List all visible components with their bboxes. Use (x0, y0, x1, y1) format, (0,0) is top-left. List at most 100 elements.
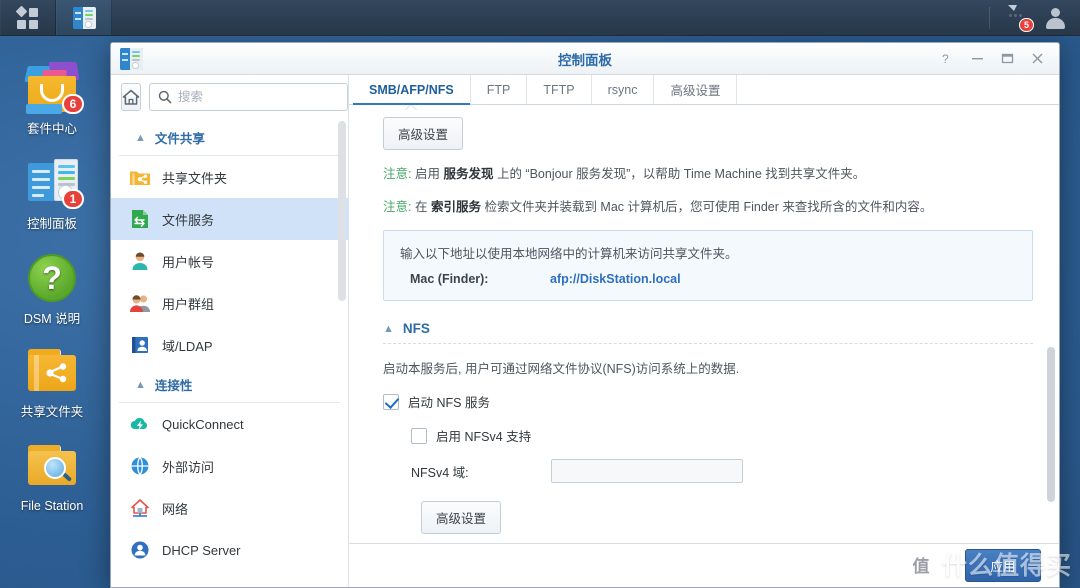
sidebar-scrollbar-thumb[interactable] (338, 121, 346, 301)
search-box[interactable] (149, 83, 348, 111)
sidebar-group-connectivity[interactable]: ▲ 连接性 (119, 366, 340, 403)
nfs-section-title: NFS (402, 321, 430, 336)
afp-address-row: Mac (Finder): afp://DiskStation.local (400, 272, 1016, 286)
nfs-advanced-row: 高级设置 (421, 501, 1033, 534)
help-glyph: ? (28, 254, 76, 302)
desktop-icon-file-station[interactable]: File Station (0, 437, 104, 514)
note-text-1: 启用 (414, 167, 444, 181)
nfs-advanced-settings-button[interactable]: 高级设置 (421, 501, 502, 534)
sidebar-item-file-services[interactable]: 文件服务 (111, 198, 348, 240)
enable-nfsv4-row[interactable]: 启用 NFSv4 支持 (411, 426, 1033, 445)
window-body: ▲ 文件共享 共享文件夹 (111, 75, 1059, 587)
minimize-button[interactable] (963, 47, 991, 71)
control-panel-content: SMB/AFP/NFS FTP TFTP rsync 高级设置 高级设置 注意:… (349, 75, 1059, 587)
tab-label: 高级设置 (670, 84, 721, 98)
nfs-section-header[interactable]: ▲ NFS (383, 321, 1033, 344)
enable-nfsv4-label: 启用 NFSv4 支持 (436, 430, 532, 444)
sidebar-item-quickconnect[interactable]: QuickConnect (111, 403, 348, 445)
settings-scroll-area: 高级设置 注意: 启用 服务发现 上的 “Bonjour 服务发现”，以帮助 T… (349, 105, 1059, 543)
sidebar-item-external-access[interactable]: 外部访问 (111, 445, 348, 487)
taskbar: 5 (0, 0, 1080, 36)
sidebar-group-file-sharing[interactable]: ▲ 文件共享 (119, 119, 340, 156)
tab-label: SMB/AFP/NFS (369, 82, 454, 97)
maximize-button[interactable] (993, 47, 1021, 71)
file-services-icon (129, 208, 151, 230)
desktop-icon-label: File Station (20, 499, 84, 513)
desktop-icon-label: 共享文件夹 (20, 405, 84, 419)
afp-advanced-settings-button[interactable]: 高级设置 (383, 117, 464, 150)
chevron-up-icon: ▲ (383, 322, 394, 335)
sidebar-item-domain-ldap[interactable]: 域/LDAP (111, 324, 348, 366)
note-text-2: 上的 “Bonjour 服务发现”，以帮助 Time Machine 找到共享文… (493, 167, 866, 181)
desktop-icon-dsm-help[interactable]: ? DSM 说明 (0, 250, 104, 327)
svg-text:?: ? (942, 52, 949, 65)
control-panel-icon: 1 (24, 155, 84, 211)
tab-advanced-settings[interactable]: 高级设置 (654, 75, 738, 104)
window-controls: ? (933, 47, 1059, 71)
nfsv4-domain-label: NFSv4 域: (411, 465, 469, 480)
user-menu-button[interactable] (1044, 7, 1066, 29)
tab-smb-afp-nfs[interactable]: SMB/AFP/NFS (353, 75, 471, 111)
desktop-icon-shared-folder[interactable]: 共享文件夹 (0, 343, 104, 420)
home-button[interactable] (121, 83, 141, 111)
taskbar-control-panel-button[interactable] (56, 0, 112, 35)
control-panel-icon (72, 6, 96, 29)
enable-nfs-checkbox[interactable] (383, 393, 399, 410)
control-panel-window: 控制面板 ? 搜索 ▲ 文件共享 共享文件夹 文件服务 用户帐号 用户群组 域/… (110, 42, 1060, 588)
desktop-icon-label: 套件中心 (26, 122, 77, 136)
shared-folder-icon (24, 343, 80, 399)
sidebar-item-label: 共享文件夹 (162, 170, 228, 186)
apply-button[interactable]: 应用 (965, 549, 1041, 582)
tab-tftp[interactable]: TFTP (527, 75, 592, 104)
note-prefix: 注意: (383, 200, 412, 214)
tab-ftp[interactable]: FTP (471, 75, 528, 104)
tab-bar: SMB/AFP/NFS FTP TFTP rsync 高级设置 (349, 75, 1059, 111)
note-prefix: 注意: (383, 167, 412, 181)
sidebar-item-label: 网络 (162, 501, 189, 517)
nfs-description: 启动本服务后, 用户可通过网络文件协议(NFS)访问系统上的数据. (383, 362, 740, 376)
note-text-2: 检索文件夹并装载到 Mac 计算机后，您可使用 Finder 来查找所含的文件和… (480, 200, 933, 214)
window-footer: 应用 (349, 543, 1059, 587)
shared-folder-icon (129, 166, 151, 188)
nfsv4-domain-input[interactable] (551, 459, 743, 483)
search-icon (158, 90, 172, 104)
help-icon: ? (24, 250, 80, 306)
sidebar-item-dhcp-server[interactable]: DHCP Server (111, 529, 348, 571)
control-panel-sidebar: ▲ 文件共享 共享文件夹 (111, 75, 349, 587)
search-input[interactable] (178, 90, 339, 104)
desktop-icon-label: DSM 说明 (23, 312, 81, 326)
content-scrollbar-thumb[interactable] (1047, 347, 1055, 502)
afp-address-label: Mac (Finder): (410, 272, 489, 286)
enable-nfs-label: 启动 NFS 服务 (408, 396, 490, 410)
help-button[interactable]: ? (933, 47, 961, 71)
sidebar-item-label: 外部访问 (162, 459, 215, 475)
desktop-icon-package-center[interactable]: 6 套件中心 (0, 60, 104, 137)
domain-ldap-icon (129, 334, 151, 356)
note-bold-indexing-service: 索引服务 (430, 200, 481, 214)
tab-rsync[interactable]: rsync (592, 75, 655, 104)
enable-nfs-row[interactable]: 启动 NFS 服务 (383, 392, 1033, 411)
quickconnect-icon (129, 413, 151, 435)
notifications-button[interactable]: 5 (1004, 7, 1034, 32)
indexing-note: 注意: 在 索引服务 检索文件夹并装载到 Mac 计算机后，您可使用 Finde… (383, 199, 1033, 216)
desktop-icon-control-panel[interactable]: 1 控制面板 (0, 155, 104, 232)
external-access-icon (129, 455, 151, 477)
content-scrollbar[interactable] (1047, 107, 1055, 541)
sidebar-search-row (111, 75, 348, 119)
sidebar-item-label: QuickConnect (162, 416, 244, 432)
close-button[interactable] (1023, 47, 1051, 71)
sidebar-item-user-group[interactable]: 用户群组 (111, 282, 348, 324)
note-text-1: 在 (414, 200, 431, 214)
sidebar-item-network[interactable]: 网络 (111, 487, 348, 529)
main-menu-button[interactable] (0, 0, 56, 35)
sidebar-item-shared-folder[interactable]: 共享文件夹 (111, 156, 348, 198)
sidebar-item-user-account[interactable]: 用户帐号 (111, 240, 348, 282)
chevron-up-icon: ▲ (135, 378, 146, 391)
bonjour-note: 注意: 启用 服务发现 上的 “Bonjour 服务发现”，以帮助 Time M… (383, 166, 1033, 183)
window-titlebar[interactable]: 控制面板 ? (111, 43, 1059, 75)
sidebar-scrollbar[interactable] (338, 121, 346, 585)
sidebar-group-label: 连接性 (154, 379, 193, 393)
afp-address-link[interactable]: afp://DiskStation.local (550, 272, 681, 286)
enable-nfsv4-checkbox[interactable] (411, 427, 427, 444)
window-title: 控制面板 (558, 52, 612, 68)
